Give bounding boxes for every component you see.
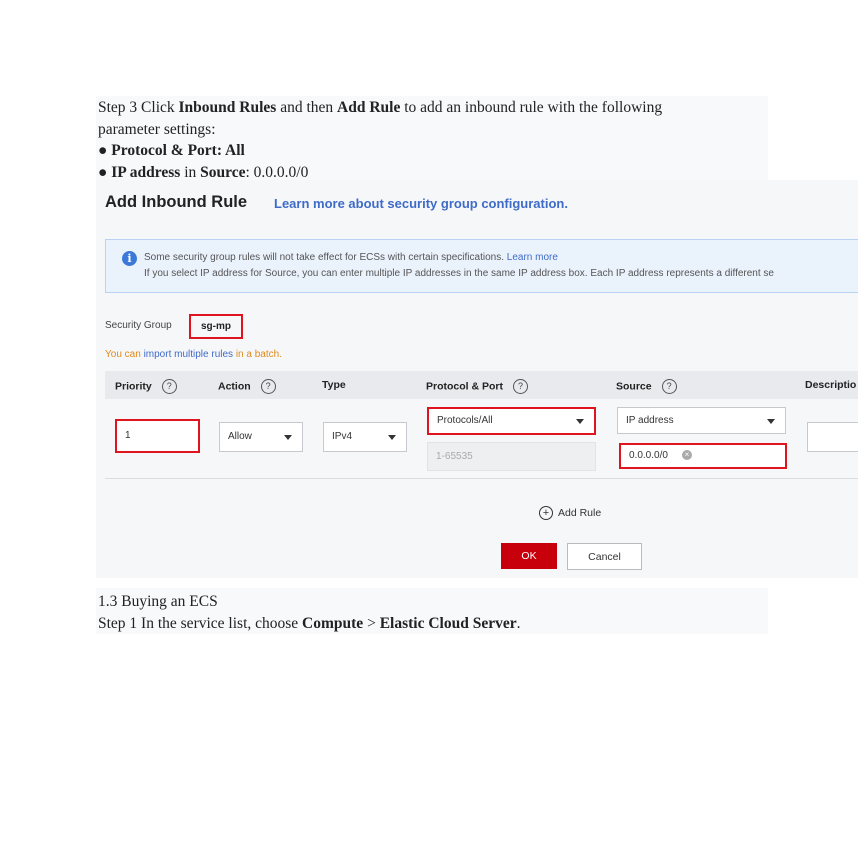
col-source: Source? xyxy=(616,379,677,394)
bullet-protocol: ● Protocol & Port: All xyxy=(98,142,245,159)
col-description: Descriptio xyxy=(805,379,857,391)
bullet-ip-mid: in xyxy=(180,163,201,181)
help-icon[interactable]: ? xyxy=(260,379,276,394)
step1-ecs: Elastic Cloud Server xyxy=(379,614,517,632)
step3-prefix: Step 3 Click xyxy=(98,99,179,116)
description-input[interactable] xyxy=(807,422,858,452)
source-ip-value: 0.0.0.0/0 xyxy=(629,450,668,461)
step1-sep: > xyxy=(363,614,380,632)
import-batch-hint: You can import multiple rules in a batch… xyxy=(105,349,282,360)
doc-instructions-top: Step 3 Click Inbound Rules and then Add … xyxy=(96,96,768,181)
chevron-down-icon xyxy=(284,435,292,440)
col-priority-label: Priority xyxy=(115,380,152,393)
rules-table-header: Priority? Action? Type Protocol & Port? … xyxy=(105,371,858,399)
info-line2: If you select IP address for Source, you… xyxy=(144,268,774,279)
bullet-ip-value: : 0.0.0.0/0 xyxy=(245,163,309,181)
source-ip-input[interactable]: 0.0.0.0/0 × xyxy=(619,443,787,469)
step3-mid: and then xyxy=(276,99,338,116)
info-line1: Some security group rules will not take … xyxy=(144,252,558,263)
bullet-ip-source: Source xyxy=(200,163,246,181)
add-inbound-rule-dialog: Add Inbound Rule Learn more about securi… xyxy=(96,180,858,578)
col-action: Action? xyxy=(218,379,276,394)
clear-icon[interactable]: × xyxy=(681,450,692,461)
type-value: IPv4 xyxy=(332,431,353,442)
action-value: Allow xyxy=(228,431,252,442)
protocol-value: Protocols/All xyxy=(437,415,493,426)
step1-prefix: Step 1 In the service list, choose xyxy=(98,614,303,632)
action-select[interactable]: Allow xyxy=(219,422,303,452)
import-rules-link[interactable]: import multiple rules xyxy=(144,349,233,360)
security-group-config-link[interactable]: Learn more about security group configur… xyxy=(274,196,568,211)
security-group-label: Security Group xyxy=(105,320,172,331)
help-icon[interactable]: ? xyxy=(161,379,177,394)
step1-line: Step 1 In the service list, choose Compu… xyxy=(98,613,768,635)
help-icon[interactable]: ? xyxy=(661,379,677,394)
col-source-label: Source xyxy=(616,380,652,393)
step3-add-rule: Add Rule xyxy=(337,99,401,116)
source-type-value: IP address xyxy=(626,415,674,426)
plus-circle-icon: + xyxy=(539,506,553,520)
ok-button[interactable]: OK xyxy=(501,543,557,569)
protocol-select[interactable]: Protocols/All xyxy=(427,407,596,435)
cancel-button[interactable]: Cancel xyxy=(567,543,642,570)
section-heading: 1.3 Buying an ECS xyxy=(98,593,218,610)
learn-more-link[interactable]: Learn more xyxy=(507,252,558,263)
info-banner: i Some security group rules will not tak… xyxy=(105,239,858,293)
doc-instructions-bottom: 1.3 Buying an ECS Step 1 In the service … xyxy=(96,588,768,634)
step1-compute: Compute xyxy=(302,614,364,632)
port-input: 1-65535 xyxy=(427,442,596,471)
batch-prefix: You can xyxy=(105,349,144,360)
col-type: Type xyxy=(322,379,346,391)
step3-suffix: to add an inbound rule with the followin… xyxy=(400,99,663,116)
bullet-ip-bold: IP address xyxy=(111,163,181,181)
col-protocol-port-label: Protocol & Port xyxy=(426,380,504,393)
dialog-title: Add Inbound Rule xyxy=(105,193,248,211)
source-type-select[interactable]: IP address xyxy=(617,407,786,434)
chevron-down-icon xyxy=(388,435,396,440)
add-rule-button[interactable]: + Add Rule xyxy=(539,506,601,520)
chevron-down-icon xyxy=(576,419,584,424)
add-rule-label: Add Rule xyxy=(558,506,602,519)
col-protocol-port: Protocol & Port? xyxy=(426,379,529,394)
security-group-value: sg-mp xyxy=(189,314,243,339)
col-priority: Priority? xyxy=(115,379,177,394)
info-icon: i xyxy=(122,251,137,266)
batch-suffix: in a batch. xyxy=(233,349,282,360)
bullet-protocol-label: Protocol & Port: All xyxy=(111,142,245,159)
info-line1-text: Some security group rules will not take … xyxy=(144,252,504,263)
step3-line: Step 3 Click Inbound Rules and then Add … xyxy=(98,97,768,119)
type-select[interactable]: IPv4 xyxy=(323,422,407,452)
step1-suffix: . xyxy=(516,614,521,632)
chevron-down-icon xyxy=(767,418,775,424)
step3-inbound-rules: Inbound Rules xyxy=(178,99,277,116)
row-divider xyxy=(105,478,858,479)
help-icon[interactable]: ? xyxy=(513,379,529,394)
col-action-label: Action xyxy=(218,380,251,393)
priority-input[interactable]: 1 xyxy=(115,419,200,453)
step3-line2: parameter settings: xyxy=(98,120,216,138)
